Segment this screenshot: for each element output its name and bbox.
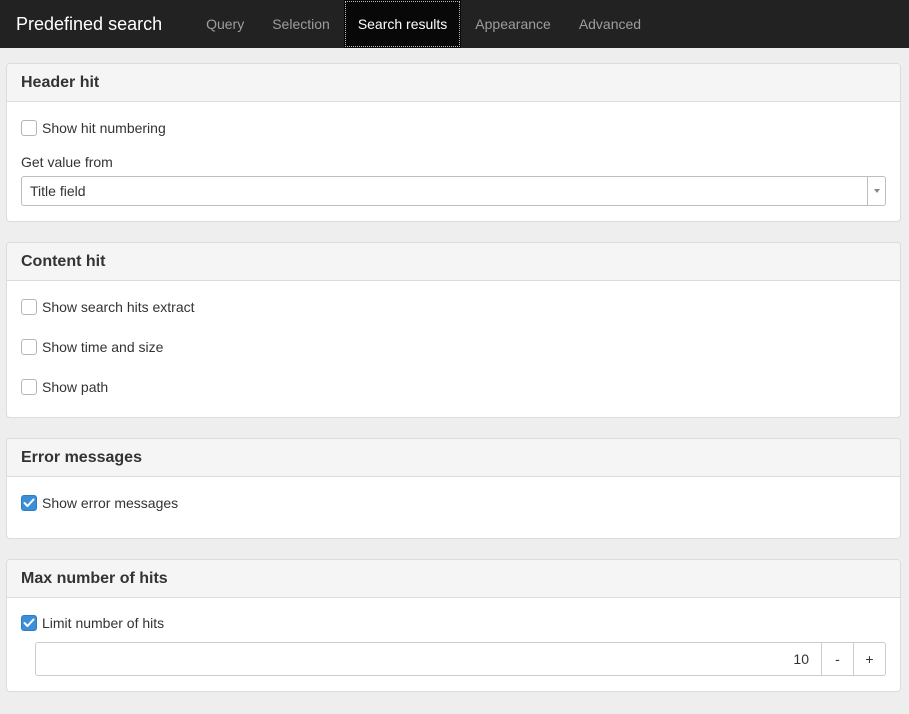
get-value-label: Get value from — [21, 154, 113, 170]
show-time-and-size-checkbox[interactable] — [21, 339, 37, 355]
panel-title: Header hit — [7, 64, 900, 102]
tab-query[interactable]: Query — [192, 0, 258, 48]
content-hit-panel: Content hit Show search hits extract Sho… — [6, 242, 901, 418]
show-search-hits-extract-option[interactable]: Show search hits extract — [21, 287, 886, 327]
max-hits-stepper: 10 - + — [35, 642, 886, 676]
checkmark-icon — [23, 618, 35, 627]
top-navbar: Predefined search Query Selection Search… — [0, 0, 909, 48]
tab-selection[interactable]: Selection — [258, 0, 344, 48]
show-path-checkbox[interactable] — [21, 379, 37, 395]
checkmark-icon — [23, 498, 35, 507]
increment-button[interactable]: + — [854, 642, 886, 676]
app-title: Predefined search — [16, 14, 163, 34]
error-messages-panel: Error messages Show error messages — [6, 438, 901, 539]
tab-appearance[interactable]: Appearance — [461, 0, 565, 48]
decrement-button[interactable]: - — [822, 642, 854, 676]
tab-advanced[interactable]: Advanced — [565, 0, 655, 48]
checkbox-label: Limit number of hits — [42, 615, 165, 631]
chevron-down-icon[interactable] — [867, 177, 885, 205]
checkbox-label: Show hit numbering — [42, 120, 166, 136]
show-path-option[interactable]: Show path — [21, 367, 886, 407]
show-time-and-size-option[interactable]: Show time and size — [21, 327, 886, 367]
select-value: Title field — [30, 183, 86, 199]
checkbox-label: Show path — [42, 379, 109, 395]
checkbox-label: Show error messages — [42, 495, 179, 511]
show-error-messages-option[interactable]: Show error messages — [21, 483, 886, 523]
main-content: Header hit Show hit numbering Get value … — [0, 48, 909, 692]
panel-title: Error messages — [7, 439, 900, 477]
panel-title: Max number of hits — [7, 560, 900, 598]
panel-title: Content hit — [7, 243, 900, 281]
show-hit-numbering-option[interactable]: Show hit numbering — [21, 108, 886, 148]
show-error-messages-checkbox[interactable] — [21, 495, 37, 511]
limit-hits-option[interactable]: Limit number of hits — [21, 604, 886, 642]
max-hits-panel: Max number of hits Limit number of hits … — [6, 559, 901, 692]
show-hit-numbering-checkbox[interactable] — [21, 120, 37, 136]
header-hit-panel: Header hit Show hit numbering Get value … — [6, 63, 901, 222]
tab-search-results[interactable]: Search results — [343, 0, 462, 48]
checkbox-label: Show time and size — [42, 339, 164, 355]
checkbox-label: Show search hits extract — [42, 299, 195, 315]
max-hits-input[interactable]: 10 — [35, 642, 822, 676]
get-value-select[interactable]: Title field — [21, 176, 886, 206]
limit-hits-checkbox[interactable] — [21, 615, 37, 631]
show-search-hits-extract-checkbox[interactable] — [21, 299, 37, 315]
